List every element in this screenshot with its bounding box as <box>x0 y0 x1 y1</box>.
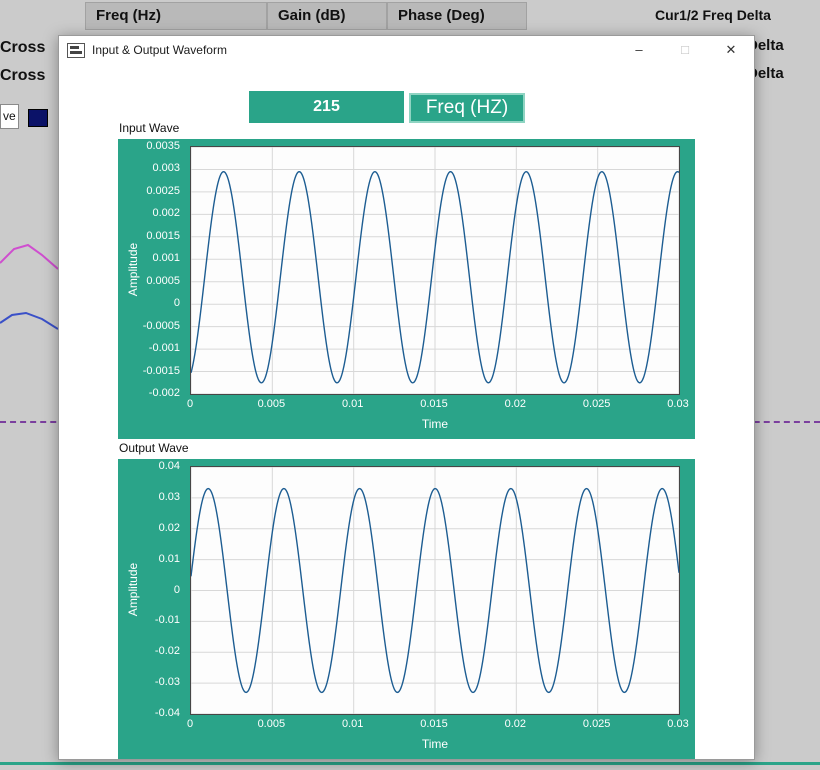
x-tick-label: 0 <box>187 718 193 730</box>
x-tick-label: 0.02 <box>505 398 526 410</box>
output-x-axis-label: Time <box>190 737 680 751</box>
y-tick-label: 0.04 <box>159 460 180 472</box>
x-tick-label: 0.01 <box>342 718 363 730</box>
freq-value-display[interactable]: 215 <box>249 91 404 123</box>
output-x-axis-ticks: 00.0050.010.0150.020.0250.03 <box>190 718 680 732</box>
x-tick-label: 0.025 <box>583 718 611 730</box>
x-tick-label: 0.03 <box>667 718 688 730</box>
output-y-axis-ticks: 0.040.030.020.010-0.01-0.02-0.03-0.04 <box>118 466 184 713</box>
minimize-button[interactable]: – <box>616 36 662 64</box>
x-tick-label: 0.025 <box>583 398 611 410</box>
y-tick-label: 0.01 <box>159 553 180 565</box>
y-tick-label: -0.02 <box>155 645 180 657</box>
output-wave-chart: Amplitude 0.040.030.020.010-0.01-0.02-0.… <box>118 459 695 759</box>
y-tick-label: -0.001 <box>149 342 180 354</box>
y-tick-label: -0.03 <box>155 676 180 688</box>
y-tick-label: 0.0035 <box>146 140 180 152</box>
x-tick-label: 0.01 <box>342 398 363 410</box>
y-tick-label: -0.0015 <box>143 365 180 377</box>
input-wave-chart: Amplitude 0.00350.0030.00250.0020.00150.… <box>118 139 695 439</box>
y-tick-label: 0.0005 <box>146 275 180 287</box>
window-titlebar[interactable]: Input & Output Waveform – □ ✕ <box>59 36 754 64</box>
x-tick-label: 0.015 <box>420 718 448 730</box>
bg-row-label-cross-1: Cross <box>0 39 45 57</box>
bg-header-gain[interactable]: Gain (dB) <box>267 2 387 30</box>
y-tick-label: 0.003 <box>152 162 180 174</box>
close-button[interactable]: ✕ <box>708 36 754 64</box>
bg-color-swatch[interactable] <box>28 109 48 127</box>
desktop: Freq (Hz) Gain (dB) Phase (Deg) Cur1/2 F… <box>0 0 820 770</box>
y-tick-label: -0.0005 <box>143 320 180 332</box>
waveform-window: Input & Output Waveform – □ ✕ 215 Freq (… <box>58 35 755 760</box>
input-wave-plot <box>190 146 680 395</box>
input-wave-title: Input Wave <box>119 121 179 135</box>
y-tick-label: -0.04 <box>155 707 180 719</box>
x-tick-label: 0.02 <box>505 718 526 730</box>
bg-bottom-teal-strip <box>0 762 820 765</box>
input-x-axis-label: Time <box>190 417 680 431</box>
output-wave-title: Output Wave <box>119 441 189 455</box>
x-tick-label: 0.015 <box>420 398 448 410</box>
labview-icon <box>67 43 85 58</box>
x-tick-label: 0.005 <box>258 398 286 410</box>
input-x-axis-ticks: 00.0050.010.0150.020.0250.03 <box>190 398 680 412</box>
y-tick-label: 0.02 <box>159 522 180 534</box>
y-tick-label: 0.03 <box>159 491 180 503</box>
y-tick-label: 0 <box>174 297 180 309</box>
bg-partial-plot-lines <box>0 235 58 345</box>
bg-header-phase[interactable]: Phase (Deg) <box>387 2 527 30</box>
x-tick-label: 0 <box>187 398 193 410</box>
bg-partial-dropdown[interactable]: ve <box>0 104 19 129</box>
freq-unit-label: Freq (HZ) <box>409 93 525 123</box>
x-tick-label: 0.03 <box>667 398 688 410</box>
y-tick-label: 0.002 <box>152 207 180 219</box>
bg-row-label-cross-2: Cross <box>0 67 45 85</box>
output-wave-plot <box>190 466 680 715</box>
y-tick-label: -0.002 <box>149 387 180 399</box>
y-tick-label: 0.0025 <box>146 185 180 197</box>
window-title: Input & Output Waveform <box>92 43 616 57</box>
bg-cur-freq-delta-label: Cur1/2 Freq Delta <box>655 7 771 23</box>
input-y-axis-ticks: 0.00350.0030.00250.0020.00150.0010.00050… <box>118 146 184 393</box>
y-tick-label: 0.001 <box>152 252 180 264</box>
x-tick-label: 0.005 <box>258 718 286 730</box>
maximize-button[interactable]: □ <box>662 36 708 64</box>
bg-header-freq[interactable]: Freq (Hz) <box>85 2 267 30</box>
y-tick-label: 0 <box>174 584 180 596</box>
y-tick-label: 0.0015 <box>146 230 180 242</box>
y-tick-label: -0.01 <box>155 614 180 626</box>
